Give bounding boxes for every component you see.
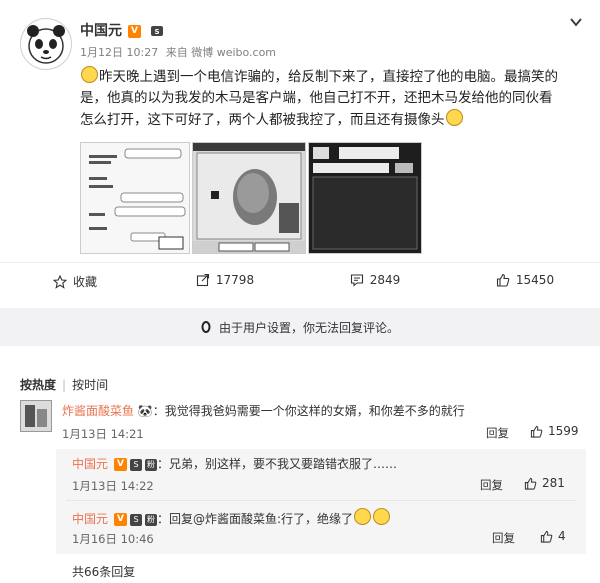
post-image-chat[interactable] [80,142,190,254]
reply-body: 中国元 V S 粉：兄弟，别这样，要不我又要踏错衣服了…… [72,455,397,472]
thumbs-up-icon [540,530,553,543]
member-level-icon: S [130,513,143,526]
fan-badge-icon: 粉 [145,458,158,471]
comment-button[interactable]: 2849 [300,273,450,287]
post-image-webcam[interactable] [192,142,306,254]
comment-count: 2849 [369,273,401,287]
like-button[interactable]: 15450 [450,273,600,287]
favorite-label: 收藏 [72,275,97,289]
webcam-capture-icon [193,143,305,253]
author-line: 中国元 V S [80,20,164,40]
post-source[interactable]: 来自 微博 weibo.com [166,46,276,59]
comment-text: ：我觉得我爸妈需要一个你这样的女婿，和你差不多的就行 [152,404,465,418]
like-count: 15450 [515,273,555,287]
notice-text: 由于用户设置，你无法回复评论。 [218,320,399,335]
reply-like-count: 4 [558,529,566,543]
post-content: 昨天晚上遇到一个电信诈骗的，给反制下来了，直接控了他的电脑。最搞笑的 是，他真的… [80,66,585,131]
thumbs-up-icon [496,273,510,287]
comment-icon [350,274,363,287]
verified-badge-icon: V [128,24,141,38]
author-name[interactable]: 中国元 [80,23,122,39]
post-text-line3: 怎么打开，这下可好了，两个人都被我控了，而且还有摄像头 [80,112,445,128]
reply-text: ：回复@炸酱面酸菜鱼:行了，绝缘了 [157,512,354,526]
tab-divider: | [62,378,67,392]
total-replies-link[interactable]: 共66条回复 [72,563,135,580]
reply-like-button[interactable]: 281 [524,476,565,490]
reply-like-count: 281 [542,476,565,490]
reply-like-button[interactable]: 4 [540,529,566,543]
member-level-icon: S [130,458,143,471]
laughing-emoji-icon [445,109,463,126]
repost-button[interactable]: 17798 [150,273,300,287]
reply-divider [66,500,576,501]
tab-sort-time[interactable]: 按时间 [72,378,108,392]
post-text-line2: 是，他真的以为我发的木马是客户端，他自己打不开，还把木马发给他的同伙看 [80,90,553,106]
laughing-emoji-icon [81,66,98,83]
reply-body: 中国元 V S 粉：回复@炸酱面酸菜鱼:行了，绝缘了 [72,508,391,527]
commenter-avatar[interactable] [20,400,52,432]
svg-text:S: S [154,28,159,36]
post-action-bar: 收藏 17798 2849 15450 [0,262,600,299]
comment-like-count: 1599 [548,424,579,438]
comment-reply-button[interactable]: 回复 [486,425,509,441]
post-meta: 1月12日 10:27 来自 微博 weibo.com [80,44,280,60]
panda-emoji-icon: 🐼 [137,404,153,418]
star-icon [52,274,67,289]
repost-icon [196,273,209,287]
reply-reply-button[interactable]: 回复 [492,530,515,546]
comment-sort-tabs: 按热度 | 按时间 [20,376,108,393]
tab-sort-hot[interactable]: 按热度 [20,378,56,392]
comment-time: 1月13日 14:21 [62,427,144,441]
commenter-name[interactable]: 炸酱面酸菜鱼 [62,404,134,418]
reply-time: 1月13日 14:22 [72,479,154,493]
reply-time: 1月16日 10:46 [72,532,154,546]
reply-disabled-notice: 由于用户设置，你无法回复评论。 [0,308,600,346]
thumbs-up-icon [524,477,537,490]
comment-body: 炸酱面酸菜鱼 🐼：我觉得我爸妈需要一个你这样的女婿，和你差不多的就行 [62,402,465,419]
laughing-emoji-icon [373,508,391,525]
reply-text: ：兄弟，别这样，要不我又要踏错衣服了…… [157,457,398,471]
remote-control-panel-icon [309,143,421,253]
comment-like-button[interactable]: 1599 [530,424,579,438]
reply-author-name[interactable]: 中国元 [72,457,108,471]
laughing-emoji-icon [354,508,372,525]
reply-reply-button[interactable]: 回复 [480,477,503,493]
info-dot-icon [201,321,211,333]
author-avatar[interactable] [20,18,72,70]
post-image-remote-panel[interactable] [308,142,422,254]
reply-author-name[interactable]: 中国元 [72,512,108,526]
favorite-button[interactable]: 收藏 [0,273,150,290]
screenshot-chat-icon [89,148,186,250]
commenter-avatar-icon [21,401,51,431]
chevron-down-icon[interactable] [570,16,582,28]
member-level-icon: S [150,26,163,36]
verified-badge-icon: V [114,513,128,526]
panda-avatar-icon [27,25,65,64]
repost-count: 17798 [215,273,255,287]
post-text-line1: 昨天晚上遇到一个电信诈骗的，给反制下来了，直接控了他的电脑。最搞笑的 [99,69,558,85]
verified-badge-icon: V [114,458,128,471]
post-time[interactable]: 1月12日 10:27 [80,46,158,59]
thumbs-up-icon [530,425,543,438]
fan-badge-icon: 粉 [145,513,158,526]
